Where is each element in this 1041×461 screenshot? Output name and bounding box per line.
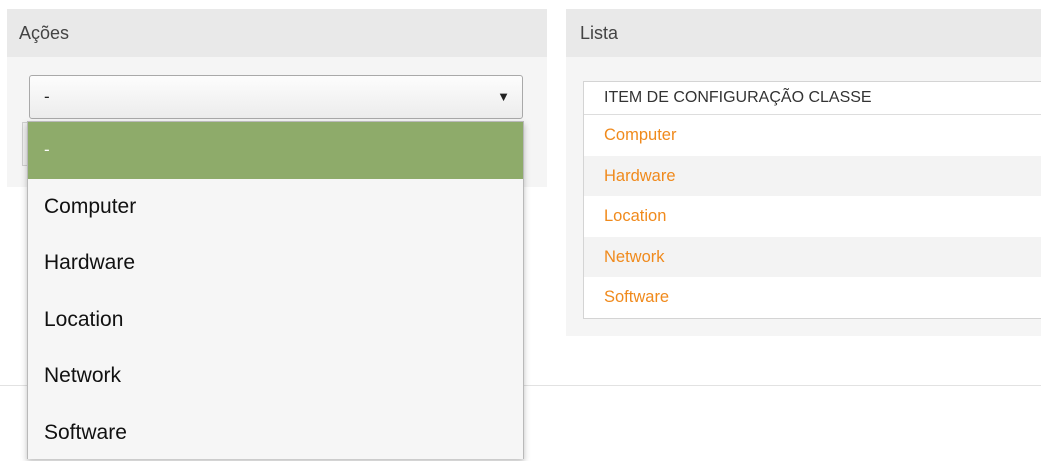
list-panel-title: Lista [566, 9, 1041, 57]
column-header: ITEM DE CONFIGURAÇÃO CLASSE [584, 82, 1041, 115]
table-row-network[interactable]: Network [584, 237, 1041, 278]
class-select-dropdown: - Computer Hardware Location Network Sof… [27, 121, 524, 459]
class-select-value: - [44, 87, 50, 106]
table-row-computer[interactable]: Computer [584, 115, 1041, 156]
dropdown-option-hardware[interactable]: Hardware [28, 235, 523, 292]
chevron-down-icon: ▼ [497, 76, 510, 118]
dropdown-option-none[interactable]: - [28, 122, 523, 179]
list-panel: Lista ITEM DE CONFIGURAÇÃO CLASSE Comput… [566, 9, 1041, 336]
dropdown-option-computer[interactable]: Computer [28, 179, 523, 236]
table-row-software[interactable]: Software [584, 277, 1041, 318]
class-select[interactable]: - ▼ [29, 75, 523, 119]
actions-panel-title: Ações [7, 9, 547, 57]
table-row-location[interactable]: Location [584, 196, 1041, 237]
dropdown-option-network[interactable]: Network [28, 348, 523, 405]
dropdown-option-software[interactable]: Software [28, 405, 523, 461]
table-row-hardware[interactable]: Hardware [584, 156, 1041, 197]
config-item-class-table: ITEM DE CONFIGURAÇÃO CLASSE Computer Har… [583, 81, 1041, 319]
dropdown-option-location[interactable]: Location [28, 292, 523, 349]
